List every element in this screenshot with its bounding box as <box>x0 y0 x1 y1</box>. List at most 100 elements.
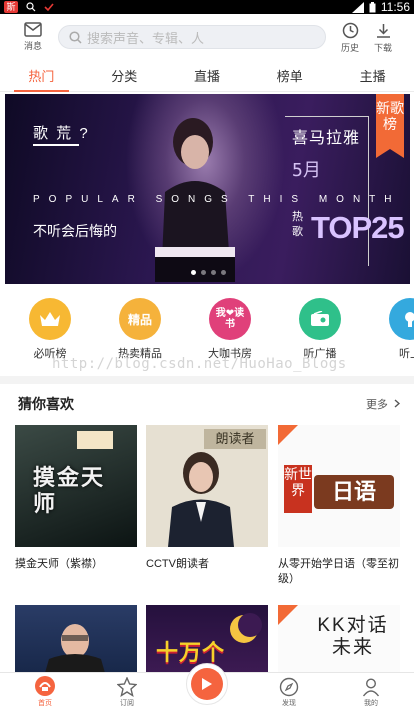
signal-icon <box>351 1 364 13</box>
category-listen-up[interactable]: 听上 <box>377 298 414 361</box>
more-link[interactable]: 更多 <box>366 396 401 412</box>
category-radio[interactable]: 听广播 <box>287 298 353 361</box>
album-card[interactable]: 摸金天师 摸金天师（紫襟） <box>15 425 137 572</box>
cover-art-text: KK对话未来 <box>317 615 389 658</box>
crown-icon <box>29 298 71 340</box>
corner-badge <box>278 425 298 445</box>
cover-badge <box>77 431 113 449</box>
album-card[interactable] <box>15 605 137 672</box>
star-icon <box>117 677 137 697</box>
search-placeholder: 搜索声音、专辑、人 <box>87 30 205 46</box>
recommend-section-header: 猜你喜欢 更多 <box>0 390 414 416</box>
check-notification-icon <box>44 3 54 12</box>
banner-hot-label: 热歌 <box>292 211 303 238</box>
play-button[interactable] <box>186 663 228 705</box>
album-cover: 新世界 日语 <box>278 425 400 547</box>
pager-dot <box>211 270 216 275</box>
nav-subscribe[interactable]: 订阅 <box>102 677 152 708</box>
section-divider <box>0 376 414 384</box>
radio-icon <box>299 298 341 340</box>
search-bar[interactable]: 搜索声音、专辑、人 <box>58 25 326 49</box>
cover-tag: 新世界 <box>284 465 312 513</box>
banner-pager <box>191 270 226 275</box>
album-cover: KK对话未来 <box>278 605 400 672</box>
bottom-navigation: 首页 订阅 发现 我的 <box>0 663 414 708</box>
play-icon <box>202 678 212 690</box>
moon-icon <box>230 613 262 643</box>
message-label: 消息 <box>23 41 42 51</box>
category-bookroom[interactable]: 我❤读书 大咖书房 <box>197 298 263 361</box>
nav-home[interactable]: 首页 <box>20 676 70 708</box>
clock: 11:56 <box>380 0 410 14</box>
category-shortcuts: 必听榜 精品 热卖精品 我❤读书 大咖书房 听广播 听上 <box>0 292 414 366</box>
history-button[interactable]: 历史 <box>333 22 367 54</box>
album-title: 从零开始学日语（零至初级） <box>278 558 399 585</box>
nav-profile[interactable]: 我的 <box>346 677 396 708</box>
user-icon <box>362 678 380 697</box>
clock-icon <box>342 22 358 39</box>
album-cover <box>15 605 137 672</box>
download-button[interactable]: 下载 <box>366 22 400 54</box>
banner-tagline: 不听会后悔的 <box>33 223 117 239</box>
message-button[interactable]: 消息 <box>16 22 50 52</box>
compass-icon <box>279 677 299 697</box>
banner-ribbon: 新歌榜 <box>376 94 404 158</box>
nav-label: 订阅 <box>120 700 134 707</box>
banner-headline: 歌 荒 ? <box>33 125 90 142</box>
battery-icon <box>369 1 376 12</box>
book-icon-text: 我❤读书 <box>215 308 245 330</box>
promo-banner[interactable]: 歌 荒 ? POPULAR SONGS THIS MONTH 不听会后悔的 喜马… <box>5 94 410 284</box>
history-label: 历史 <box>340 43 359 53</box>
album-card[interactable]: KK对话未来 <box>278 605 400 672</box>
chevron-right-icon <box>394 399 401 408</box>
album-card[interactable]: 新世界 日语 从零开始学日语（零至初级） <box>278 425 400 587</box>
nav-label: 发现 <box>282 700 296 707</box>
album-title: 摸金天师（紫襟） <box>15 558 103 570</box>
download-icon <box>376 24 390 38</box>
book-heart-icon: 我❤读书 <box>209 298 251 340</box>
category-label: 听上 <box>399 348 414 360</box>
top-tabs: 热门 分类 直播 榜单 主播 <box>0 62 414 92</box>
app-header: 消息 搜索声音、专辑、人 历史 下载 <box>0 14 414 62</box>
banner-underline <box>33 144 79 146</box>
search-icon <box>69 30 82 44</box>
cover-art-text: 摸金天师 <box>33 465 106 516</box>
host-portrait <box>168 452 234 547</box>
banner-month: 5月 <box>292 160 321 181</box>
album-title: CCTV朗读者 <box>146 558 209 570</box>
album-cover: 朗读者 <box>146 425 268 547</box>
cover-art-text: 朗读者 <box>204 429 266 449</box>
album-cover: 十万个 <box>146 605 268 672</box>
premium-icon: 精品 <box>119 298 161 340</box>
listen-up-icon <box>389 298 414 340</box>
banner-brand: 喜马拉雅 <box>292 130 361 147</box>
premium-icon-text: 精品 <box>127 312 152 327</box>
nav-label: 首页 <box>38 700 52 707</box>
album-cover: 摸金天师 <box>15 425 137 547</box>
search-notification-icon <box>26 2 36 12</box>
album-card[interactable]: 十万个 <box>146 605 268 672</box>
status-bar: 斯 11:56 <box>0 0 414 14</box>
cover-title-block: 日语 <box>314 475 394 509</box>
cover-art-text: 十万个 <box>156 640 226 665</box>
pager-dot <box>191 270 196 275</box>
pager-dot <box>201 270 206 275</box>
tab-live[interactable]: 直播 <box>166 62 249 91</box>
tab-hot[interactable]: 热门 <box>0 62 83 92</box>
tab-category[interactable]: 分类 <box>83 62 166 91</box>
speaker-portrait <box>45 624 105 672</box>
section-title: 猜你喜欢 <box>18 396 74 412</box>
category-premium[interactable]: 精品 热卖精品 <box>107 298 173 361</box>
home-icon <box>35 676 55 696</box>
corner-badge <box>278 605 298 625</box>
app-notification-icon: 斯 <box>4 1 18 13</box>
play-circle <box>191 668 223 700</box>
category-must-listen[interactable]: 必听榜 <box>17 298 83 361</box>
watermark-text: http://blog.csdn.net/HuoHao_Blogs <box>52 356 347 372</box>
tab-charts[interactable]: 榜单 <box>248 62 331 91</box>
mail-icon <box>24 22 42 37</box>
nav-discover[interactable]: 发现 <box>264 677 314 708</box>
album-card[interactable]: 朗读者 CCTV朗读者 <box>146 425 268 572</box>
banner-top-label: TOP25 <box>311 210 405 245</box>
tab-anchors[interactable]: 主播 <box>331 62 414 91</box>
